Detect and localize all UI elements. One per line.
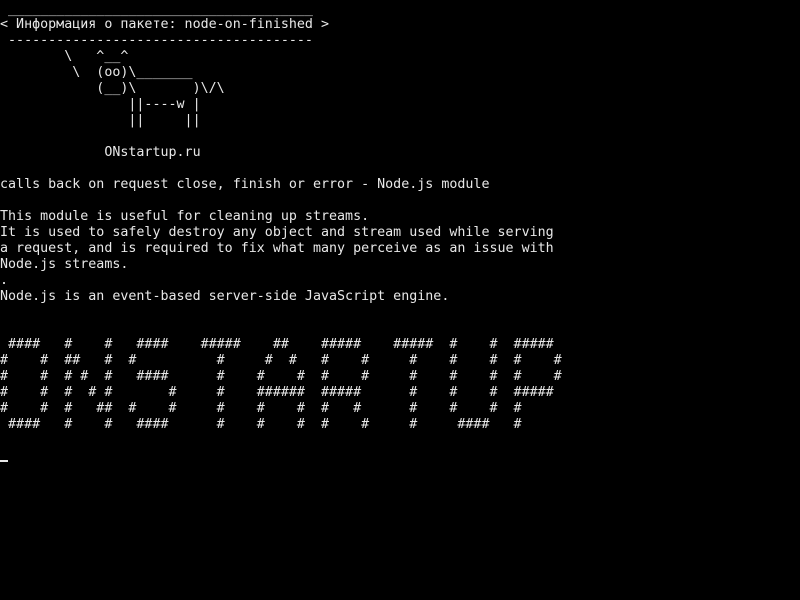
description-line: a request, and is required to fix what m…: [0, 241, 554, 256]
description-line: Node.js is an event-based server-side Ja…: [0, 289, 450, 304]
cow-art-line: || ||: [0, 113, 201, 128]
banner-line: #### # # #### ##### ## ##### ##### # # #…: [0, 337, 554, 352]
bubble-top-border: ______________________________________: [0, 2, 313, 17]
banner-line: # # ## # # # # # # # # # # # #: [0, 353, 562, 368]
cow-art-line: \ ^__^: [0, 49, 129, 64]
terminal-screen[interactable]: ______________________________________ <…: [0, 0, 800, 600]
banner-line: #### # # #### # # # # # # #### #: [0, 417, 522, 432]
text-cursor: [0, 460, 8, 462]
description-line: It is used to safely destroy any object …: [0, 225, 554, 240]
cow-art-line: (__)\ )\/\: [0, 81, 225, 96]
package-summary: calls back on request close, finish or e…: [0, 177, 490, 192]
bubble-text: < Информация о пакете: node-on-finished …: [0, 17, 329, 32]
banner-line: # # # ## # # # # # # # # # # #: [0, 401, 522, 416]
banner-line: # # # # # #### # # # # # # # # # #: [0, 369, 562, 384]
site-label: ONstartup.ru: [0, 145, 201, 160]
cow-art-line: \ (oo)\_______: [0, 65, 193, 80]
description-line: Node.js streams.: [0, 257, 129, 272]
bubble-bottom-border: --------------------------------------: [0, 33, 313, 48]
cow-art-line: ||----w |: [0, 97, 201, 112]
description-line: This module is useful for cleaning up st…: [0, 209, 370, 224]
description-line: .: [0, 273, 9, 288]
banner-line: # # # # # # # ###### ##### # # # #####: [0, 385, 554, 400]
